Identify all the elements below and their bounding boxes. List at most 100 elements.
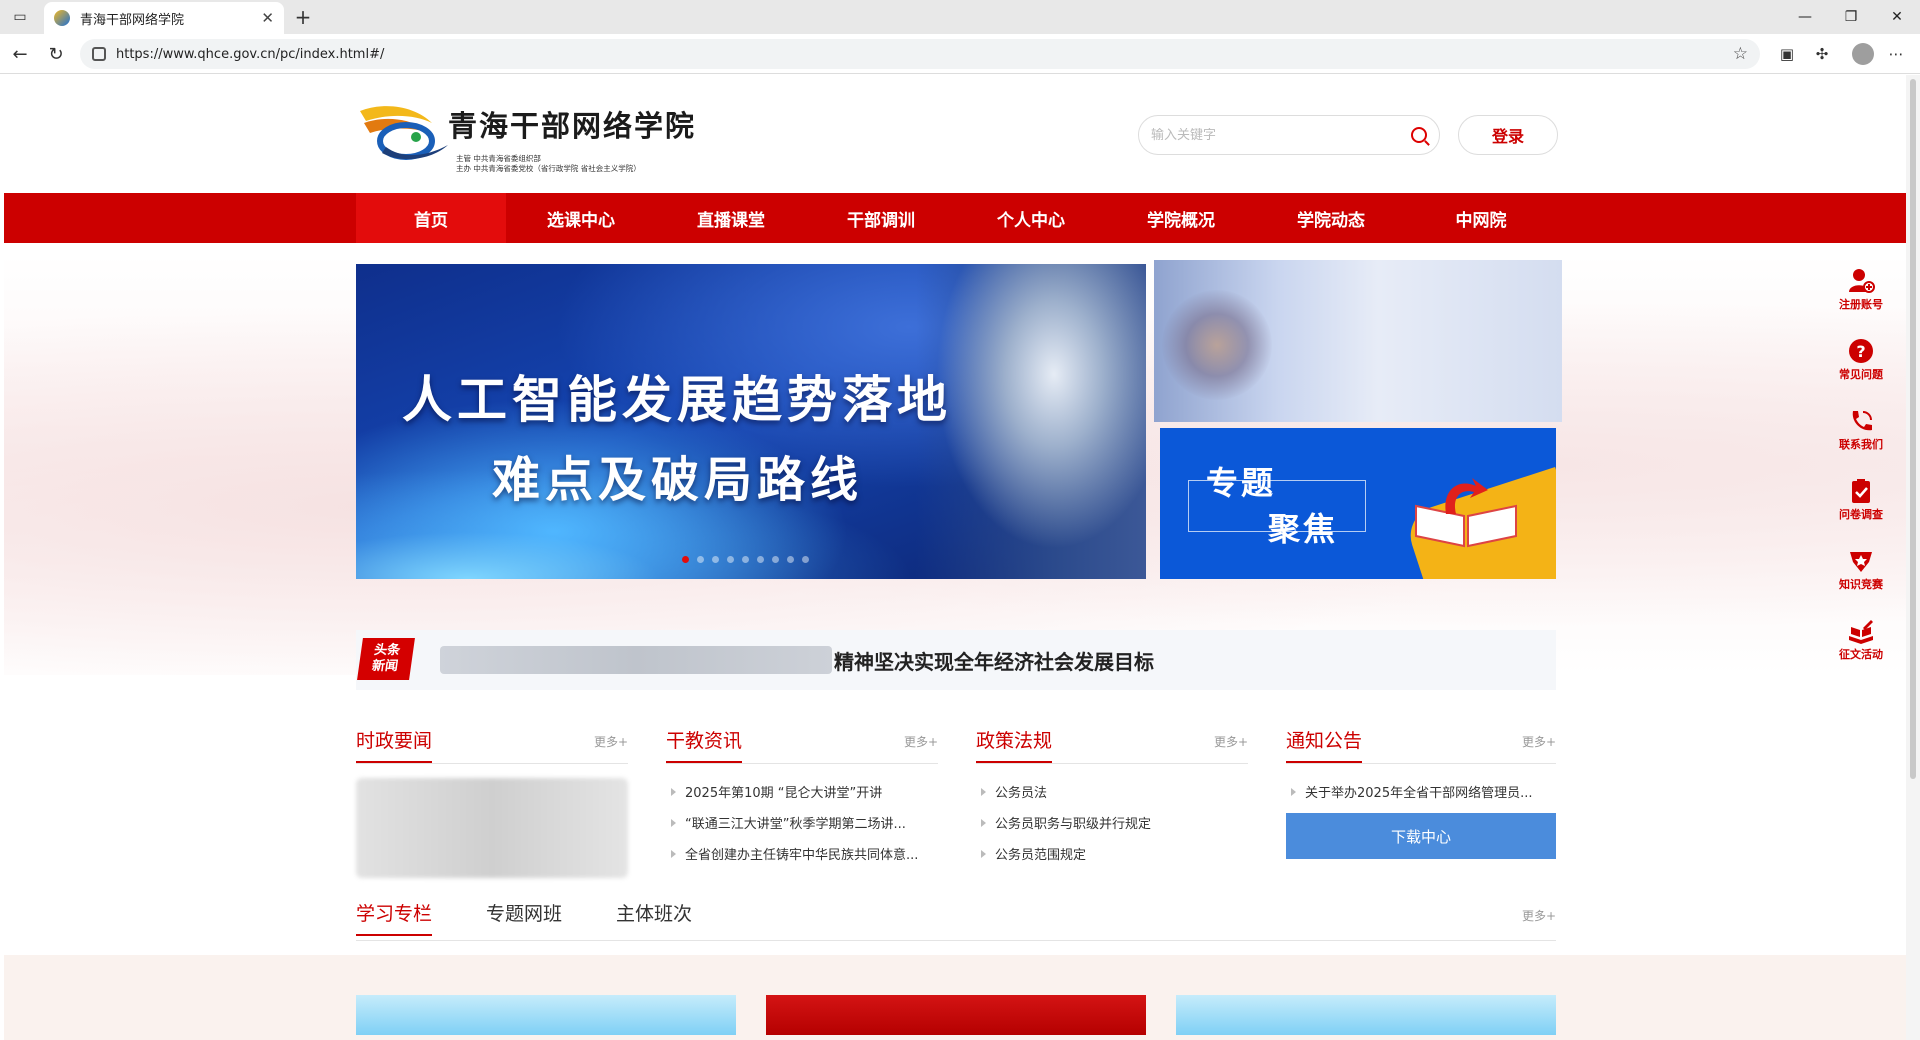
nav-course-center[interactable]: 选课中心 (506, 193, 656, 243)
side-essay[interactable]: 征文活动 (1826, 605, 1896, 675)
list-item[interactable]: 公务员职务与职级并行规定 (976, 807, 1248, 838)
list-item[interactable]: “联通三江大讲堂”秋季学期第二场讲... (666, 807, 938, 838)
topic-focus-card[interactable]: 专题 聚焦 (1160, 428, 1556, 579)
carousel-dot[interactable] (787, 556, 794, 563)
browser-tab-bar: ▭ 青海干部网络学院 ✕ + — ❐ ✕ (0, 0, 1920, 34)
extensions-icon[interactable]: ✣ (1810, 42, 1834, 66)
minimize-icon[interactable]: — (1782, 0, 1828, 34)
more-link[interactable]: 更多+ (1522, 907, 1556, 924)
nav-personal-center[interactable]: 个人中心 (956, 193, 1106, 243)
list-item[interactable]: 全省创建办主任铸牢中华民族共同体意... (666, 838, 938, 869)
carousel-dot[interactable] (682, 556, 689, 563)
tab-main-class[interactable]: 主体班次 (616, 899, 692, 934)
restore-icon[interactable]: ❐ (1828, 0, 1874, 34)
main-banner[interactable]: 人工智能发展趋势落地 难点及破局路线 (356, 264, 1146, 579)
site-info-icon[interactable] (92, 47, 106, 61)
list-item[interactable]: 公务员法 (976, 776, 1248, 807)
banner-title-line1: 人工智能发展趋势落地 (402, 371, 952, 429)
page-viewport: 青海干部网络学院 主管 中共青海省委组织部 主办 中共青海省委党校（省行政学院 … (4, 75, 1906, 1040)
banner-title-line2: 难点及破局路线 (492, 452, 864, 508)
list-item-text: “联通三江大讲堂”秋季学期第二场讲... (685, 817, 906, 832)
carousel-dot[interactable] (742, 556, 749, 563)
carousel-dot[interactable] (697, 556, 704, 563)
study-card[interactable] (356, 995, 736, 1035)
search-icon[interactable] (1411, 127, 1427, 143)
back-icon[interactable]: ← (6, 40, 34, 68)
more-menu-icon[interactable]: ⋯ (1884, 42, 1908, 66)
headline-blurred-text (440, 646, 832, 674)
side-register[interactable]: 注册账号 (1826, 255, 1896, 325)
headline-badge-line1: 头条 (373, 643, 402, 658)
column-title[interactable]: 通知公告 (1286, 726, 1363, 763)
list-item[interactable]: 关于举办2025年全省干部网络管理员... (1286, 776, 1556, 807)
nav-college-overview[interactable]: 学院概况 (1106, 193, 1256, 243)
study-card[interactable] (1176, 995, 1556, 1035)
nav-live-class[interactable]: 直播课堂 (656, 193, 806, 243)
more-link[interactable]: 更多+ (1214, 733, 1248, 750)
carousel-dot[interactable] (727, 556, 734, 563)
search-input[interactable] (1151, 127, 1411, 143)
study-tabs: 学习专栏 专题网班 主体班次 更多+ (356, 893, 1556, 941)
side-essay-label: 征文活动 (1839, 648, 1883, 661)
side-news-image[interactable] (1154, 260, 1562, 422)
url-field[interactable]: https://www.qhce.gov.cn/pc/index.html#/ … (80, 39, 1760, 69)
side-survey[interactable]: 问卷调查 (1826, 465, 1896, 535)
page-scrollbar[interactable] (1906, 75, 1920, 1040)
reload-icon[interactable]: ↻ (42, 40, 70, 68)
carousel-dot[interactable] (772, 556, 779, 563)
add-user-icon (1849, 269, 1875, 293)
main-nav: 首页 选课中心 直播课堂 干部调训 个人中心 学院概况 学院动态 中网院 (4, 193, 1906, 243)
study-card[interactable] (766, 995, 1146, 1035)
new-tab-icon[interactable]: + (290, 4, 316, 30)
reading-mode-icon[interactable]: ▣ (1775, 42, 1799, 66)
list-item-text: 2025年第10期 “昆仑大讲堂”开讲 (685, 786, 883, 801)
side-quiz[interactable]: 知识竞赛 (1826, 535, 1896, 605)
clipboard-check-icon (1852, 479, 1870, 503)
column-title[interactable]: 干教资讯 (666, 726, 743, 763)
list-item-text: 关于举办2025年全省干部网络管理员... (1305, 786, 1533, 801)
logo-title[interactable]: 青海干部网络学院 (448, 103, 696, 145)
focus-title-1: 专题 (1206, 464, 1277, 502)
nav-celap[interactable]: 中网院 (1406, 193, 1556, 243)
tab-study-column[interactable]: 学习专栏 (356, 899, 433, 936)
carousel-dot[interactable] (757, 556, 764, 563)
nav-college-news[interactable]: 学院动态 (1256, 193, 1406, 243)
more-link[interactable]: 更多+ (1522, 733, 1556, 750)
headline-badge: 头条 新闻 (357, 638, 415, 680)
carousel-dot[interactable] (712, 556, 719, 563)
bullet-icon (981, 787, 986, 796)
login-button[interactable]: 登录 (1458, 115, 1558, 155)
column-notices: 通知公告 更多+ 关于举办2025年全省干部网络管理员... 下载中心 (1286, 720, 1556, 859)
tab-actions-icon[interactable]: ▭ (8, 6, 32, 28)
bullet-icon (671, 818, 676, 827)
close-window-icon[interactable]: ✕ (1874, 0, 1920, 34)
side-faq[interactable]: ? 常见问题 (1826, 325, 1896, 395)
more-link[interactable]: 更多+ (904, 733, 938, 750)
more-link[interactable]: 更多+ (594, 733, 628, 750)
download-center-button[interactable]: 下载中心 (1286, 813, 1556, 859)
list-item[interactable]: 公务员范围规定 (976, 838, 1248, 869)
headline-text[interactable]: 精神坚决实现全年经济社会发展目标 (834, 646, 1154, 675)
list-item[interactable]: 2025年第10期 “昆仑大讲堂”开讲 (666, 776, 938, 807)
college-logo-icon[interactable] (356, 101, 452, 163)
nav-home[interactable]: 首页 (356, 193, 506, 243)
column-blurred-image[interactable] (356, 778, 628, 878)
column-title[interactable]: 时政要闻 (356, 726, 433, 763)
side-contact[interactable]: 联系我们 (1826, 395, 1896, 465)
favorite-star-icon[interactable]: ☆ (1733, 44, 1748, 64)
bullet-icon (981, 818, 986, 827)
side-survey-label: 问卷调查 (1839, 508, 1883, 521)
carousel-dot[interactable] (802, 556, 809, 563)
site-header: 青海干部网络学院 主管 中共青海省委组织部 主办 中共青海省委党校（省行政学院 … (356, 95, 1558, 185)
column-title[interactable]: 政策法规 (976, 726, 1053, 763)
bullet-icon (671, 787, 676, 796)
browser-tab[interactable]: 青海干部网络学院 ✕ (44, 2, 284, 34)
profile-avatar[interactable] (1852, 43, 1874, 65)
headline-news-bar[interactable]: 头条 新闻 精神坚决实现全年经济社会发展目标 (356, 630, 1556, 690)
address-bar-row: ← ↻ https://www.qhce.gov.cn/pc/index.htm… (0, 34, 1920, 74)
tab-topic-class[interactable]: 专题网班 (486, 899, 562, 934)
nav-cadre-training[interactable]: 干部调训 (806, 193, 956, 243)
column-education-news: 干教资讯 更多+ 2025年第10期 “昆仑大讲堂”开讲 “联通三江大讲堂”秋季… (666, 720, 938, 869)
close-tab-icon[interactable]: ✕ (261, 9, 274, 27)
scrollbar-thumb[interactable] (1910, 79, 1916, 779)
